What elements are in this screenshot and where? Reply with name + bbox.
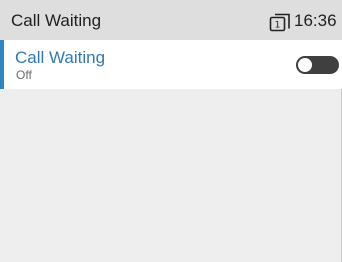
toggle-knob [298, 58, 312, 72]
call-waiting-status: Off [16, 68, 32, 82]
phone-screen: Call Waiting 1 16:36 Call Waiting Off [0, 0, 342, 262]
call-waiting-label: Call Waiting [15, 48, 106, 67]
clock: 16:36 [294, 11, 337, 30]
page-title: Call Waiting [11, 11, 102, 30]
line-indicator-number: 1 [275, 21, 281, 31]
call-waiting-toggle[interactable] [296, 56, 339, 74]
line-1-icon: 1 [269, 13, 290, 32]
status-bar: Call Waiting 1 16:36 [0, 0, 342, 40]
